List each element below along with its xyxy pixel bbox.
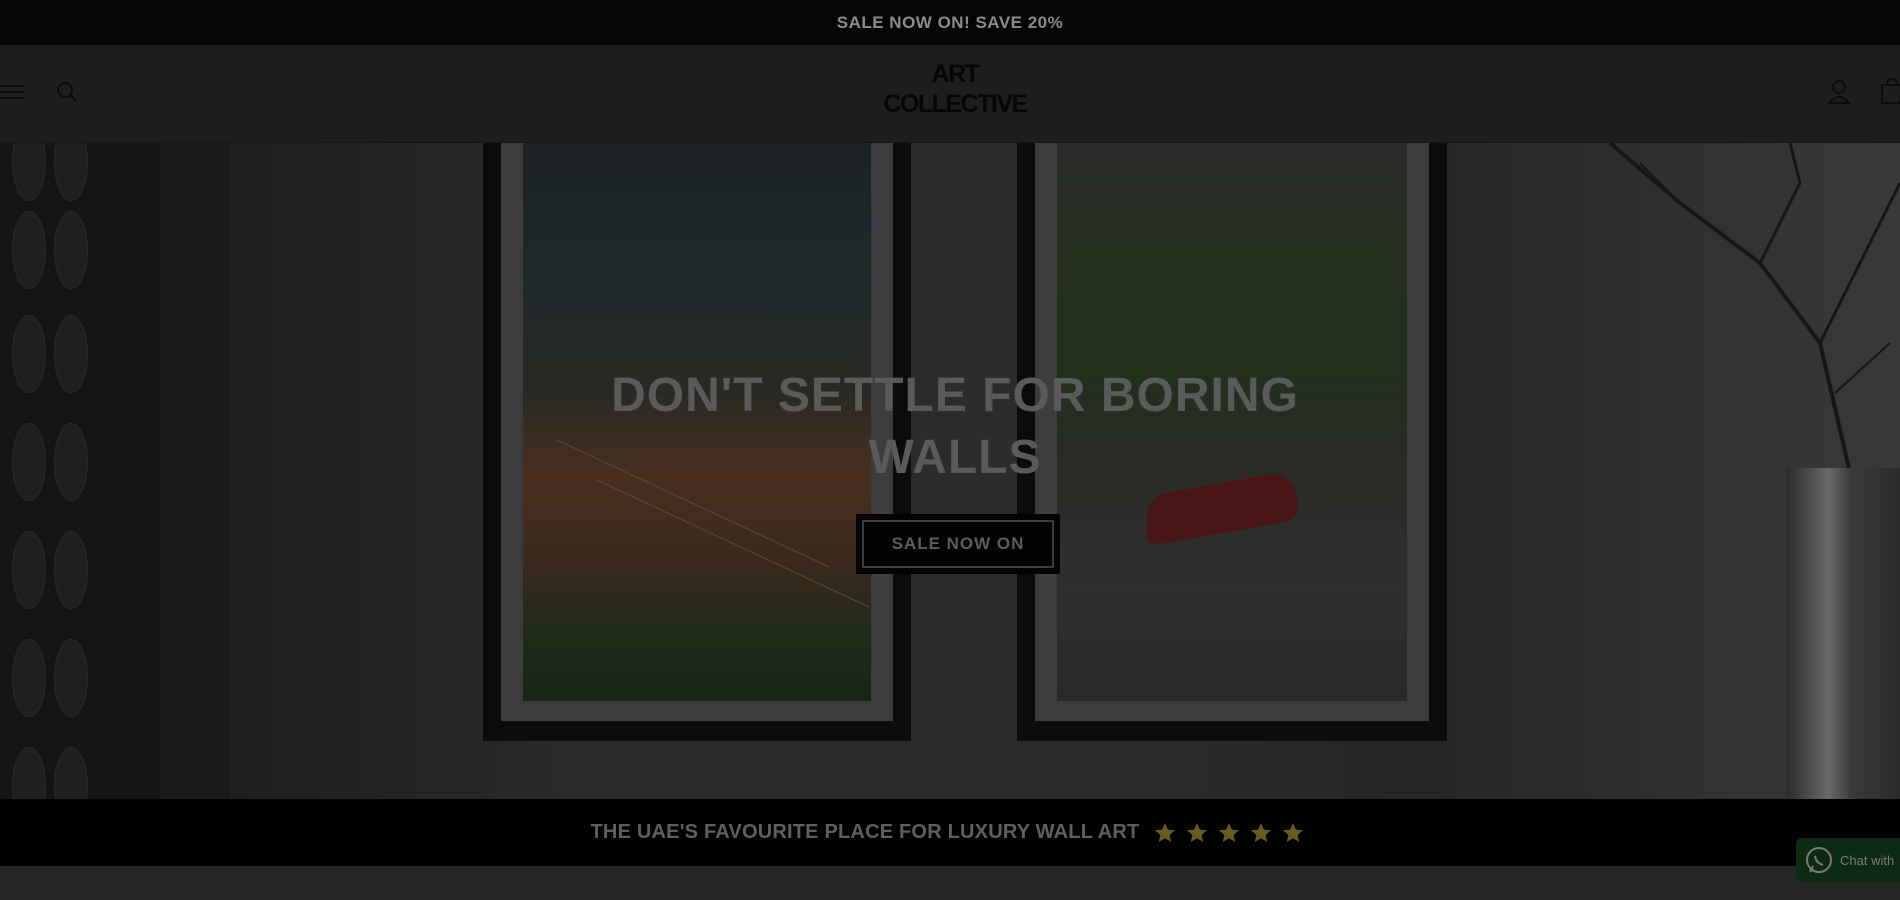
star-icon	[1155, 822, 1176, 842]
decorative-vase	[1786, 468, 1900, 799]
star-rating	[1149, 821, 1309, 845]
logo-line-2: COLLECTIVE	[883, 90, 1028, 118]
star-icon	[1219, 822, 1240, 842]
logo-line-1: ART	[931, 60, 980, 88]
hero-banner: DON'T SETTLE FOR BORING WALLS SALE NOW O…	[0, 143, 1900, 799]
whatsapp-chat-widget[interactable]: Chat with	[1796, 838, 1900, 882]
menu-icon[interactable]	[0, 81, 26, 103]
announcement-text: SALE NOW ON! SAVE 20%	[836, 12, 1064, 32]
wall-shadow	[160, 143, 230, 799]
chevron-left-icon[interactable]: ‹	[0, 10, 1, 31]
star-icon	[1283, 822, 1304, 842]
star-icon	[1187, 822, 1208, 842]
decorative-branch	[1608, 143, 1900, 473]
announcement-bar: ‹ SALE NOW ON! SAVE 20%	[0, 0, 1900, 45]
next-section-strip	[0, 866, 1900, 900]
decorative-wall-panel	[0, 143, 100, 799]
star-icon	[1251, 822, 1272, 842]
reviews-tagline: THE UAE'S FAVOURITE PLACE FOR LUXURY WAL…	[590, 821, 1140, 843]
cta-label[interactable]: SALE NOW ON	[862, 520, 1054, 568]
reviews-bar: THE UAE'S FAVOURITE PLACE FOR LUXURY WAL…	[0, 799, 1900, 866]
search-icon[interactable]	[54, 79, 80, 105]
site-header: ART COLLECTIVE	[0, 45, 1900, 143]
cart-icon[interactable]	[1876, 77, 1900, 107]
whatsapp-icon	[1806, 847, 1832, 873]
hero-heading: DON'T SETTLE FOR BORING WALLS	[611, 369, 1299, 484]
account-icon[interactable]	[1824, 77, 1854, 107]
site-logo[interactable]: ART COLLECTIVE	[860, 59, 1050, 119]
sale-now-on-button[interactable]: SALE NOW ON	[856, 514, 1060, 574]
chat-label: Chat with	[1840, 852, 1895, 868]
